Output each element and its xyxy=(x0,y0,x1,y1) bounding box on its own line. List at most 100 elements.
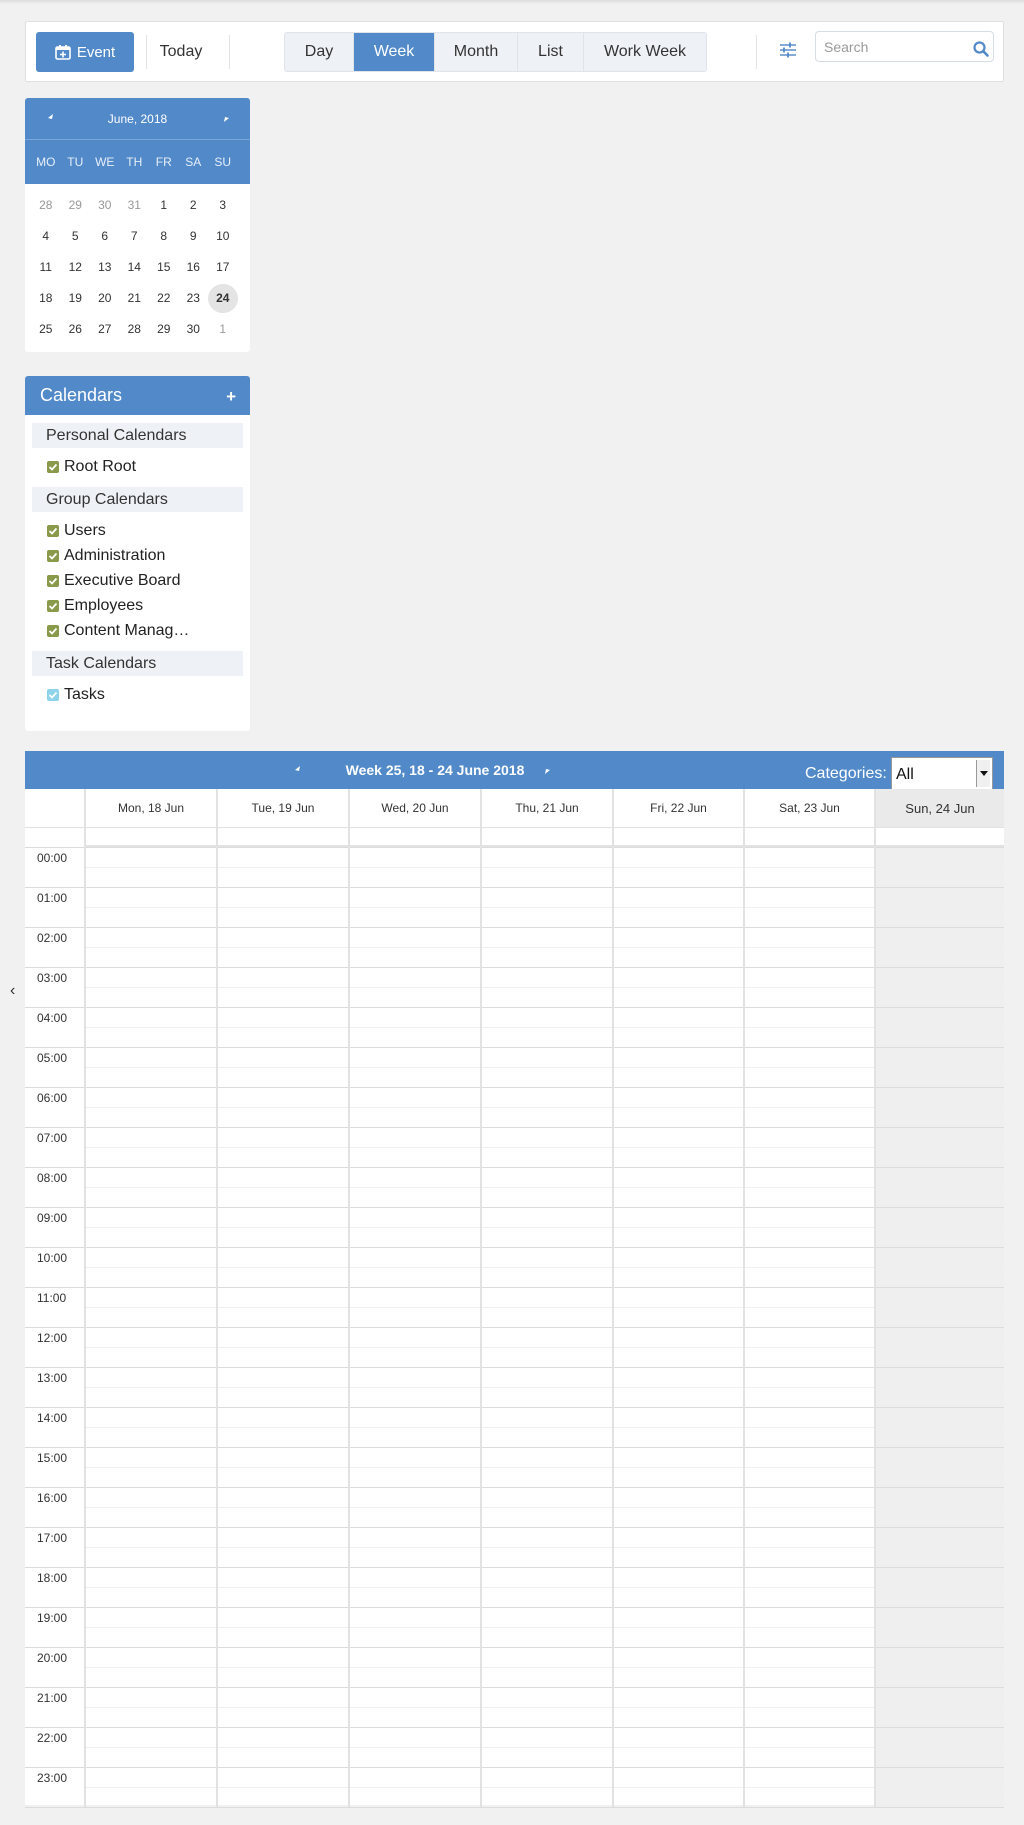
day-time-slots[interactable] xyxy=(482,847,612,1807)
mini-calendar-day[interactable]: 28 xyxy=(120,315,150,344)
calendar-section-header: Task Calendars xyxy=(32,651,243,676)
calendars-panel-header: Calendars + xyxy=(25,376,250,415)
mini-calendar-day[interactable]: 15 xyxy=(149,253,179,282)
day-time-slots[interactable] xyxy=(876,847,1004,1807)
mini-calendar-day[interactable]: 4 xyxy=(31,222,61,251)
calendar-item[interactable]: Users xyxy=(25,518,250,543)
collapse-sidebar-icon[interactable]: ‹ xyxy=(10,982,15,1000)
mini-calendar-day[interactable]: 24 xyxy=(208,284,238,313)
view-month-button[interactable]: Month xyxy=(435,33,518,71)
mini-calendar-day[interactable]: 18 xyxy=(31,284,61,313)
hour-label: 01:00 xyxy=(37,891,68,905)
search-icon[interactable] xyxy=(972,40,990,58)
mini-calendar-day[interactable]: 30 xyxy=(179,315,209,344)
mini-calendar-week: 11 12 13 14 15 16 17 xyxy=(31,252,250,283)
view-work-week-button[interactable]: Work Week xyxy=(584,33,706,71)
checkbox-checked-icon[interactable] xyxy=(47,688,59,701)
mini-calendar-day[interactable]: 19 xyxy=(61,284,91,313)
prev-month-icon[interactable] xyxy=(43,110,59,126)
mini-calendar-day[interactable]: 7 xyxy=(120,222,150,251)
day-time-slots[interactable] xyxy=(350,847,480,1807)
day-column-header[interactable]: Tue, 19 Jun xyxy=(218,789,348,827)
day-column-header[interactable]: Mon, 18 Jun xyxy=(86,789,216,827)
add-calendar-icon[interactable]: + xyxy=(226,388,236,405)
day-time-slots[interactable] xyxy=(614,847,743,1807)
hour-label: 07:00 xyxy=(37,1131,68,1145)
search-field[interactable] xyxy=(815,31,994,62)
mini-calendar-day[interactable]: 31 xyxy=(120,191,150,220)
calendar-toolbar: Event Today Day Week Month List Work Wee… xyxy=(25,21,1004,82)
mini-calendar-day[interactable]: 21 xyxy=(120,284,150,313)
mini-calendar-day[interactable]: 30 xyxy=(90,191,120,220)
mini-calendar-day[interactable]: 11 xyxy=(31,253,61,282)
mini-calendar-day[interactable]: 2 xyxy=(179,191,209,220)
hour-label: 11:00 xyxy=(37,1291,67,1305)
search-input[interactable] xyxy=(824,37,964,57)
view-week-button[interactable]: Week xyxy=(354,33,435,71)
mini-calendar-day[interactable]: 1 xyxy=(149,191,179,220)
day-time-slots[interactable] xyxy=(218,847,348,1807)
checkbox-checked-icon[interactable] xyxy=(47,460,59,473)
mini-calendar-day[interactable]: 16 xyxy=(179,253,209,282)
calendars-panel-title: Calendars xyxy=(40,385,123,405)
hour-label: 06:00 xyxy=(37,1091,68,1105)
mini-calendar-day[interactable]: 27 xyxy=(90,315,120,344)
hour-label: 20:00 xyxy=(37,1651,68,1665)
all-day-row[interactable] xyxy=(84,827,1004,847)
checkbox-checked-icon[interactable] xyxy=(47,624,59,637)
weekday-label: TH xyxy=(126,155,143,169)
mini-calendar-day[interactable]: 13 xyxy=(90,253,120,282)
weekday-header: MO TU WE TH FR SA SU xyxy=(25,139,250,184)
day-column-header[interactable]: Wed, 20 Jun xyxy=(350,789,480,827)
filter-settings-icon[interactable] xyxy=(777,39,799,61)
mini-calendar-day[interactable]: 9 xyxy=(179,222,209,251)
mini-calendar-day[interactable]: 14 xyxy=(120,253,150,282)
calendar-item[interactable]: Root Root xyxy=(25,454,250,479)
week-title: Week 25, 18 - 24 June 2018 xyxy=(345,762,525,778)
mini-calendar-day[interactable]: 28 xyxy=(31,191,61,220)
day-column-header[interactable]: Thu, 21 Jun xyxy=(482,789,612,827)
checkbox-checked-icon[interactable] xyxy=(47,574,59,587)
mini-calendar-day[interactable]: 17 xyxy=(208,253,238,282)
mini-calendar-day[interactable]: 8 xyxy=(149,222,179,251)
day-time-slots[interactable] xyxy=(86,847,216,1807)
mini-calendar-week: 18 19 20 21 22 23 24 xyxy=(31,283,250,314)
categories-select[interactable]: All xyxy=(891,757,993,790)
new-event-button[interactable]: Event xyxy=(36,32,134,72)
calendar-item[interactable]: Administration xyxy=(25,543,250,568)
day-time-slots[interactable] xyxy=(745,847,874,1807)
mini-calendar-day[interactable]: 22 xyxy=(149,284,179,313)
today-button[interactable]: Today xyxy=(150,32,212,72)
next-month-icon[interactable] xyxy=(218,110,234,126)
mini-calendar-day[interactable]: 29 xyxy=(61,191,91,220)
day-column-header[interactable]: Fri, 22 Jun xyxy=(614,789,743,827)
mini-calendar-day[interactable]: 25 xyxy=(31,315,61,344)
checkbox-checked-icon[interactable] xyxy=(47,524,59,537)
mini-calendar-header: June, 2018 xyxy=(25,98,250,139)
mini-calendar-day[interactable]: 20 xyxy=(90,284,120,313)
day-column-header[interactable]: Sun, 24 Jun xyxy=(876,789,1004,827)
mini-calendar-day[interactable]: 5 xyxy=(61,222,91,251)
mini-calendar-day[interactable]: 29 xyxy=(149,315,179,344)
checkbox-checked-icon[interactable] xyxy=(47,549,59,562)
view-list-button[interactable]: List xyxy=(518,33,584,71)
calendar-item[interactable]: Tasks xyxy=(25,682,250,707)
next-week-icon[interactable] xyxy=(540,763,554,777)
calendar-item-label: Executive Board xyxy=(64,571,181,589)
calendar-item[interactable]: Employees xyxy=(25,593,250,618)
mini-calendar-day[interactable]: 12 xyxy=(61,253,91,282)
view-day-button[interactable]: Day xyxy=(285,33,354,71)
day-column-header[interactable]: Sat, 23 Jun xyxy=(745,789,874,827)
calendar-item[interactable]: Executive Board xyxy=(25,568,250,593)
checkbox-checked-icon[interactable] xyxy=(47,599,59,612)
mini-calendar-day[interactable]: 6 xyxy=(90,222,120,251)
mini-calendar-day[interactable]: 10 xyxy=(208,222,238,251)
mini-calendar-day[interactable]: 3 xyxy=(208,191,238,220)
calendar-item[interactable]: Content Manag… xyxy=(25,618,250,643)
mini-calendar-day[interactable]: 1 xyxy=(208,315,238,344)
mini-calendar-day[interactable]: 26 xyxy=(61,315,91,344)
mini-calendar-day[interactable]: 23 xyxy=(179,284,209,313)
hour-label: 05:00 xyxy=(37,1051,68,1065)
hour-label: 17:00 xyxy=(37,1531,68,1545)
prev-week-icon[interactable] xyxy=(291,763,305,777)
